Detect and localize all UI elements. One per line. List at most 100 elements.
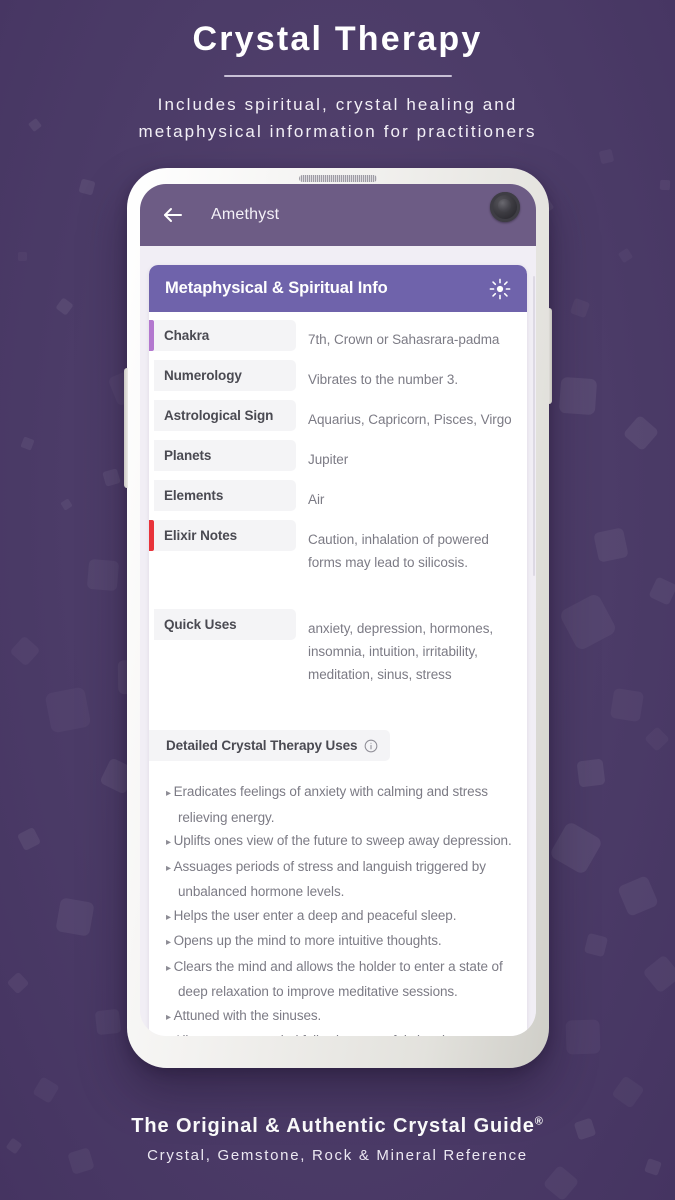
use-list-item-text: Eradicates feelings of anxiety with calm…: [173, 784, 488, 825]
use-list-item: ▸ Assuages periods of stress and languis…: [166, 855, 513, 904]
background-decor-square: [548, 820, 604, 876]
back-arrow-icon[interactable]: [160, 202, 186, 228]
property-label: Elixir Notes: [154, 520, 296, 551]
phone-mockup: Amethyst Metaphysical & Spiritual Info C…: [124, 168, 552, 1068]
background-decor-square: [558, 376, 598, 416]
use-list-item: ▸ Eradicates feelings of anxiety with ca…: [166, 780, 513, 829]
detailed-uses-title: Detailed Crystal Therapy Uses: [166, 738, 358, 753]
camera-lens-icon: [490, 192, 520, 222]
property-value: anxiety, depression, hormones, insomnia,…: [308, 621, 494, 682]
promo-subtitle-line-1: Includes spiritual, crystal healing and: [157, 95, 518, 114]
use-list-item-text: Uplifts ones view of the future to sweep…: [173, 833, 512, 848]
property-row: Astrological Sign Aquarius, Capricorn, Pi…: [149, 400, 527, 439]
use-list-item-text: Allows one to unwind following stressful…: [174, 1033, 471, 1036]
footer-main-text: The Original & Authentic Crystal Guide®: [0, 1115, 675, 1138]
detailed-uses-header-wrap: Detailed Crystal Therapy Uses: [149, 730, 527, 761]
property-label: Elements: [154, 480, 296, 511]
promo-subtitle-line-2: metaphysical information for practitione…: [138, 122, 537, 141]
background-decor-square: [16, 826, 42, 852]
property-row: Chakra 7th, Crown or Sahasrara-padma: [149, 320, 527, 359]
property-label-wrap: Elixir Notes: [149, 520, 296, 551]
footer-main-label: The Original & Authentic Crystal Guide: [131, 1115, 535, 1137]
background-decor-square: [659, 179, 671, 191]
property-label-wrap: Chakra: [149, 320, 296, 351]
property-value: Vibrates to the number 3.: [308, 372, 459, 387]
property-row: Elixir Notes Caution, inhalation of power…: [149, 520, 527, 582]
background-decor-square: [6, 971, 30, 995]
property-label-wrap: Planets: [149, 440, 296, 471]
background-decor-square: [648, 576, 675, 606]
property-label: Chakra: [154, 320, 296, 351]
property-value: Air: [308, 492, 325, 507]
use-list-item-text: Opens up the mind to more intuitive thou…: [173, 933, 442, 948]
phone-volume-button[interactable]: [124, 368, 128, 488]
scrollbar[interactable]: [533, 276, 535, 576]
sun-brightness-icon[interactable]: [489, 278, 511, 300]
background-decor-square: [542, 1164, 580, 1200]
property-row: Quick Uses anxiety, depression, hormones,…: [149, 609, 527, 694]
page-title: Crystal Therapy: [192, 20, 483, 58]
property-label-wrap: Numerology: [149, 360, 296, 391]
background-decor-square: [78, 178, 96, 196]
background-decor-square: [55, 897, 95, 937]
section-header-title: Metaphysical & Spiritual Info: [165, 279, 388, 297]
background-decor-square: [576, 758, 606, 788]
title-divider: [223, 75, 452, 77]
bullet-triangle-icon: ▸: [166, 788, 174, 799]
property-label-wrap: Elements: [149, 480, 296, 511]
background-decor-square: [55, 297, 74, 316]
background-decor-square: [642, 954, 675, 994]
use-list-item-text: Assuages periods of stress and languish …: [173, 858, 486, 900]
property-row: Planets Jupiter: [149, 440, 527, 479]
promo-footer: The Original & Authentic Crystal Guide® …: [0, 1115, 675, 1164]
property-label: Planets: [154, 440, 296, 471]
detailed-uses-header[interactable]: Detailed Crystal Therapy Uses: [149, 730, 391, 761]
property-value: Caution, inhalation of powered forms may…: [308, 532, 489, 570]
section-header: Metaphysical & Spiritual Info: [149, 265, 527, 312]
background-decor-square: [20, 436, 35, 451]
use-list-item: ▸ Allows one to unwind following stressf…: [166, 1029, 513, 1036]
background-decor-square: [9, 635, 41, 667]
detailed-uses-list: ▸ Eradicates feelings of anxiety with ca…: [149, 761, 527, 1036]
app-bar-title: Amethyst: [211, 206, 280, 223]
use-list-item: ▸ Attuned with the sinuses.: [166, 1004, 513, 1030]
background-decor-square: [565, 1019, 601, 1055]
use-list-item-text: Helps the user enter a deep and peaceful…: [173, 907, 457, 923]
bullet-triangle-icon: ▸: [166, 937, 174, 948]
background-decor-square: [611, 1075, 644, 1108]
background-decor-square: [583, 932, 609, 958]
phone-power-button[interactable]: [548, 308, 552, 404]
bullet-triangle-icon: ▸: [166, 837, 174, 848]
background-decor-square: [617, 875, 659, 917]
bullet-triangle-icon: ▸: [166, 911, 174, 923]
property-label: Quick Uses: [154, 609, 296, 640]
background-decor-square: [569, 297, 591, 319]
property-label-wrap: Astrological Sign: [149, 400, 296, 431]
background-decor-square: [609, 687, 645, 723]
screen-scroll-body[interactable]: Metaphysical & Spiritual Info Chakra 7th…: [140, 246, 536, 1036]
property-value: Jupiter: [308, 452, 349, 467]
background-decor-square: [94, 1008, 122, 1036]
footer-sub-text: Crystal, Gemstone, Rock & Mineral Refere…: [147, 1147, 528, 1164]
bullet-triangle-icon: ▸: [166, 862, 174, 874]
property-row: Elements Air: [149, 480, 527, 519]
background-decor-square: [618, 248, 633, 263]
background-decor-square: [102, 468, 121, 487]
footer-registered-mark: ®: [534, 1115, 544, 1128]
background-decor-square: [60, 498, 73, 511]
property-value: 7th, Crown or Sahasrara-padma: [308, 332, 500, 347]
property-list: Chakra 7th, Crown or Sahasrara-padma Numer…: [149, 312, 527, 694]
promo-header: Crystal Therapy Includes spiritual, crys…: [0, 0, 675, 145]
property-label-wrap: Quick Uses: [149, 609, 296, 640]
bullet-triangle-icon: ▸: [166, 962, 174, 974]
info-circle-icon[interactable]: [364, 739, 378, 753]
phone-speaker-grille: [299, 175, 377, 182]
use-list-item: ▸ Clears the mind and allows the holder …: [166, 955, 513, 1004]
background-decor-square: [593, 527, 629, 563]
use-list-item: ▸ Uplifts ones view of the future to swe…: [166, 829, 513, 855]
background-decor-square: [45, 687, 92, 734]
property-label: Numerology: [154, 360, 296, 391]
property-row: Numerology Vibrates to the number 3.: [149, 360, 527, 399]
background-decor-square: [18, 252, 27, 261]
background-decor-square: [32, 1076, 60, 1104]
